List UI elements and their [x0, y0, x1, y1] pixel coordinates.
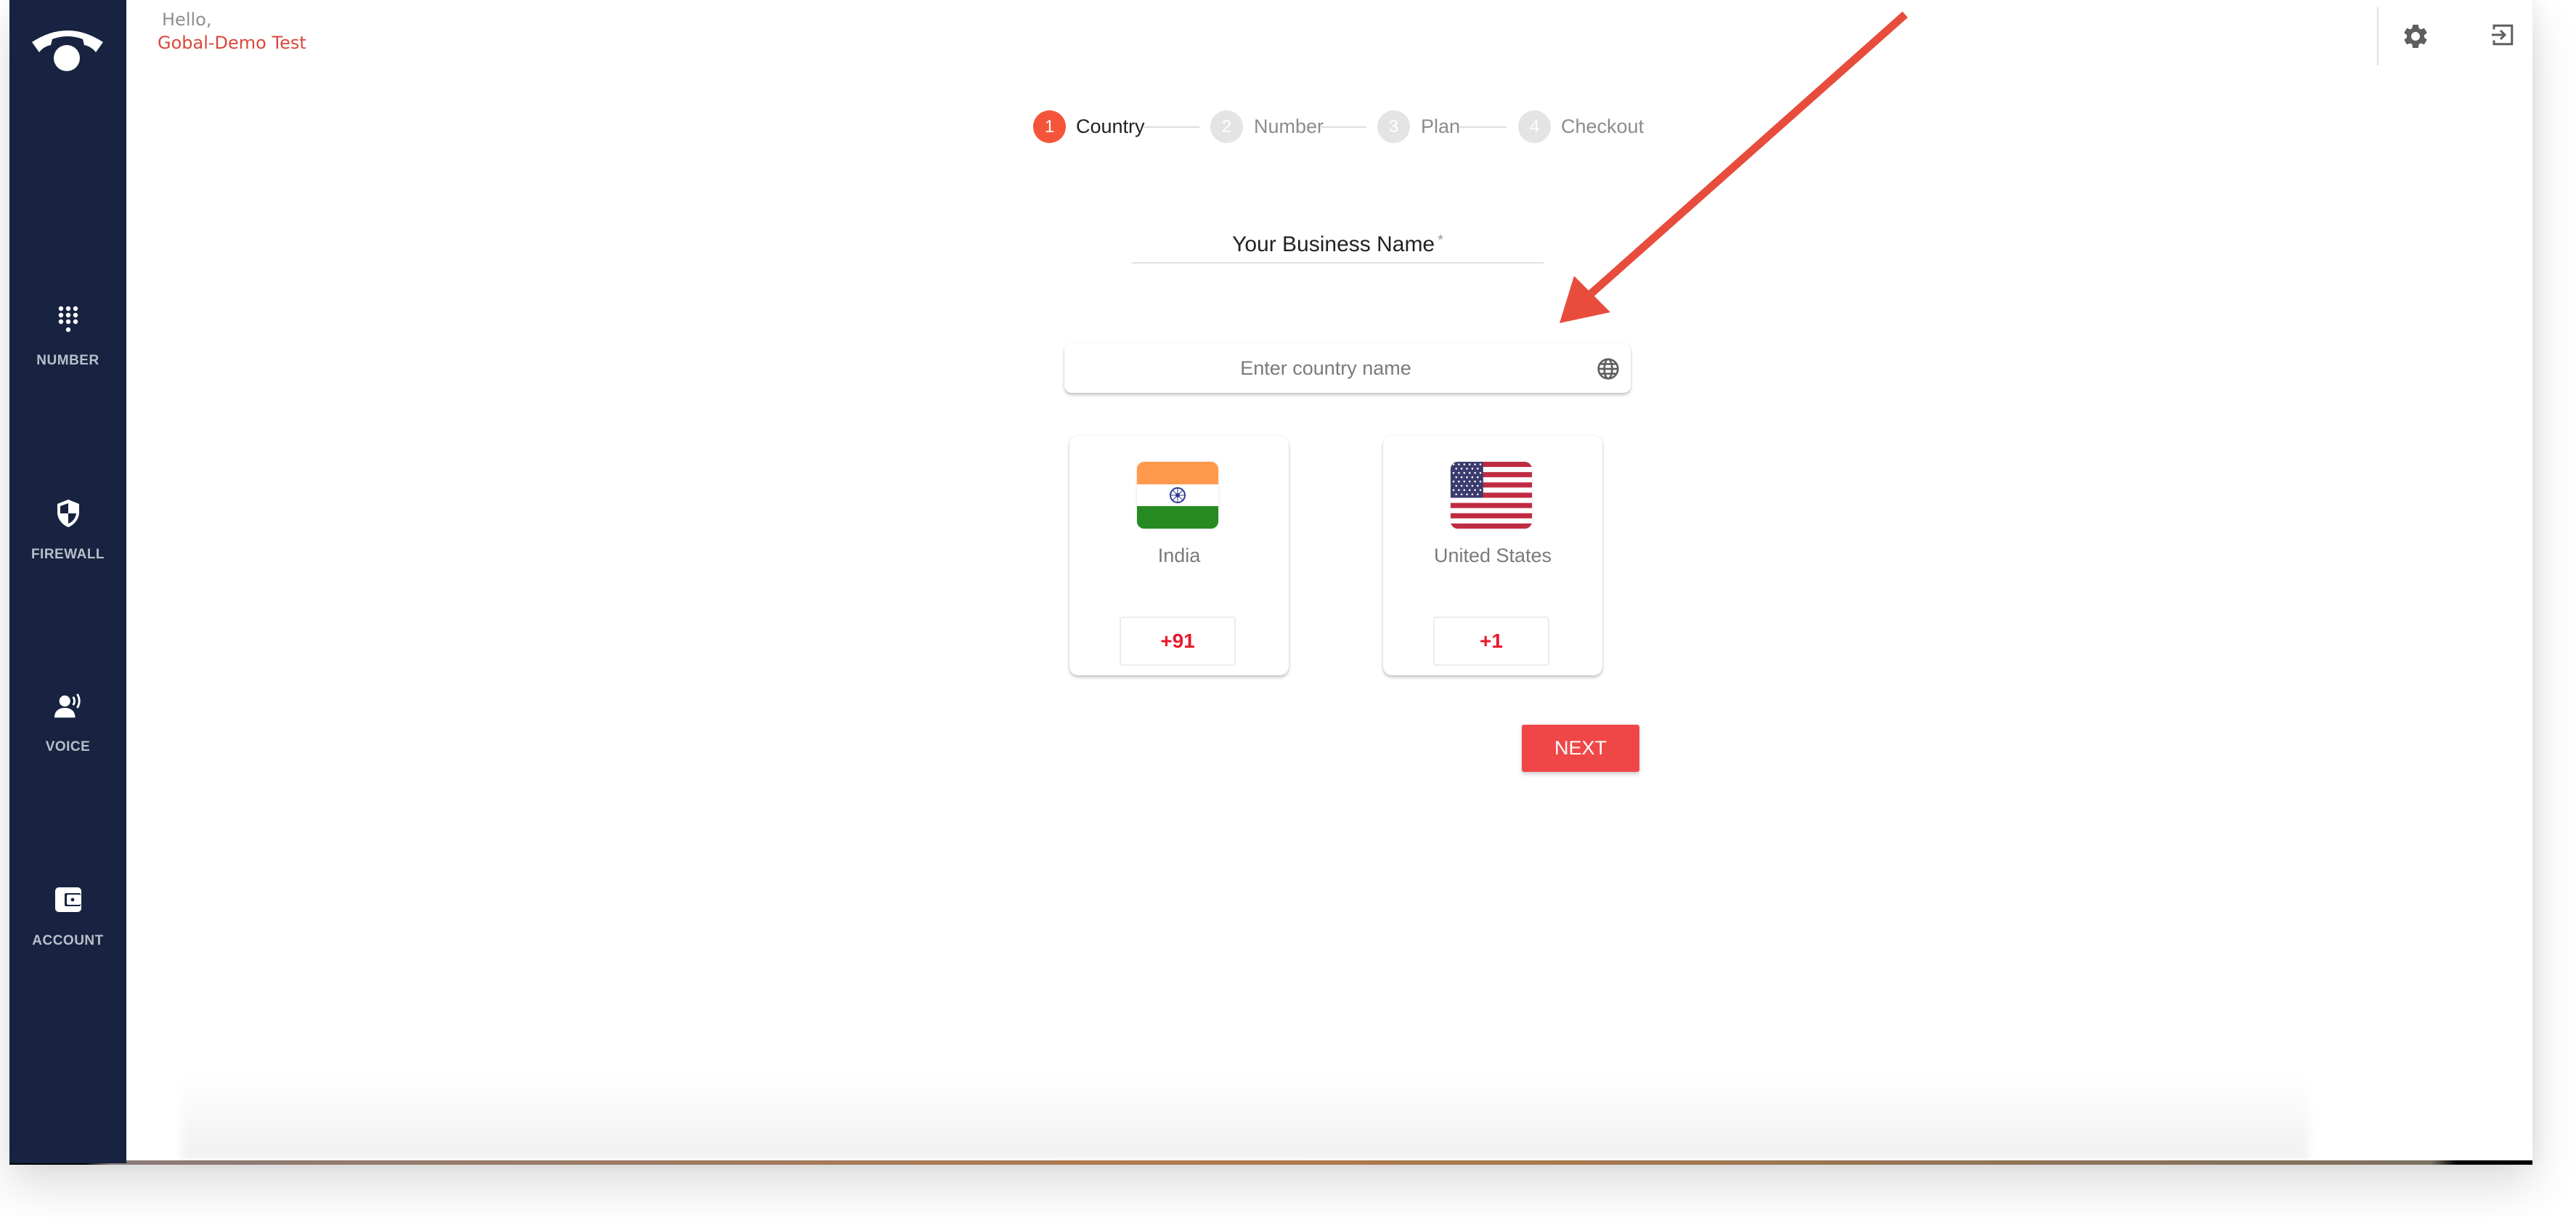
sidebar: NUMBER FIREWALL VOICE ACCOUNT — [9, 0, 126, 1163]
step-connector — [1459, 126, 1507, 128]
country-search-input[interactable] — [1064, 343, 1631, 393]
window-bottom-edge — [9, 1160, 2532, 1165]
gear-icon — [2401, 22, 2430, 54]
sidebar-item-label: VOICE — [45, 739, 91, 754]
sidebar-item-voice[interactable]: VOICE — [9, 691, 126, 771]
exit-icon — [2490, 22, 2516, 52]
step-4-label[interactable]: Checkout — [1561, 110, 1644, 143]
logout-button[interactable] — [2485, 19, 2520, 54]
greeting-text: Hello, — [162, 9, 212, 30]
sidebar-item-number[interactable]: NUMBER — [9, 305, 126, 385]
business-name-underline — [1132, 262, 1544, 264]
country-name: United States — [1433, 545, 1552, 566]
dial-code-button[interactable]: +91 — [1120, 616, 1236, 666]
header-divider — [2377, 7, 2379, 65]
us-flag — [1451, 462, 1532, 529]
country-search-box — [1064, 343, 1631, 393]
step-connector — [1143, 126, 1199, 128]
country-card-india[interactable]: India +91 — [1069, 436, 1289, 675]
step-3-circle[interactable]: 3 — [1377, 110, 1410, 143]
globe-icon — [1597, 357, 1620, 380]
dialpad-icon — [54, 305, 83, 334]
shield-icon — [54, 499, 83, 528]
sidebar-item-label: ACCOUNT — [32, 933, 104, 948]
india-flag — [1137, 462, 1218, 529]
country-card-united-states[interactable]: United States +1 — [1383, 436, 1602, 675]
country-name: India — [1157, 545, 1201, 566]
sidebar-item-label: NUMBER — [36, 353, 99, 368]
step-1-circle[interactable]: 1 — [1033, 110, 1066, 143]
business-name-field[interactable]: Your Business Name * — [1132, 232, 1544, 257]
sidebar-item-account[interactable]: ACCOUNT — [9, 885, 126, 965]
next-button[interactable]: NEXT — [1522, 725, 1639, 772]
business-name-label: Your Business Name — [1232, 232, 1435, 256]
step-2-label[interactable]: Number — [1254, 110, 1324, 143]
user-name: Gobal-Demo Test — [158, 33, 306, 53]
wallet-icon — [54, 885, 83, 914]
sidebar-item-label: FIREWALL — [30, 547, 105, 562]
step-4-circle[interactable]: 4 — [1518, 110, 1551, 143]
required-asterisk: * — [1438, 232, 1443, 248]
dial-code-button[interactable]: +1 — [1433, 616, 1549, 666]
bottom-shadow — [182, 1075, 2309, 1160]
voice-user-icon — [54, 691, 83, 720]
step-connector — [1321, 126, 1366, 128]
phone-handset-icon[interactable] — [29, 28, 106, 76]
step-2-circle[interactable]: 2 — [1210, 110, 1243, 143]
step-1-label[interactable]: Country — [1076, 110, 1145, 143]
settings-button[interactable] — [2398, 20, 2433, 55]
step-3-label[interactable]: Plan — [1421, 110, 1460, 143]
sidebar-item-firewall[interactable]: FIREWALL — [9, 499, 126, 579]
